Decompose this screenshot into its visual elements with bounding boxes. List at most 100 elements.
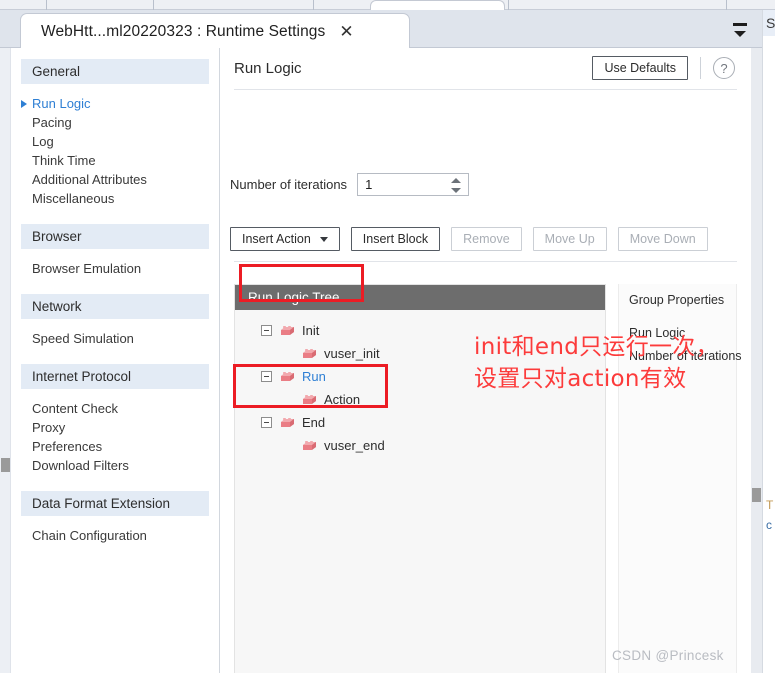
sidebar-item-content-check[interactable]: Content Check: [11, 399, 219, 418]
toolbar-divider: [726, 0, 727, 10]
stepper-arrows-icon[interactable]: [451, 177, 462, 194]
sidebar-item-additional-attributes[interactable]: Additional Attributes: [11, 170, 219, 189]
sidebar-item-label: Chain Configuration: [32, 528, 147, 543]
watermark: CSDN @Princesk: [612, 648, 724, 663]
close-icon[interactable]: ✕: [339, 23, 353, 40]
block-icon: [303, 349, 316, 358]
settings-sidebar: General Run Logic Pacing Log Think Time …: [11, 48, 220, 673]
overflow-bar: [733, 23, 747, 26]
tree-node-label: Action: [324, 392, 361, 407]
sidebar-item-proxy[interactable]: Proxy: [11, 418, 219, 437]
sidebar-item-browser-emulation[interactable]: Browser Emulation: [11, 259, 219, 278]
block-icon: [303, 441, 316, 450]
sidebar-item-chain-configuration[interactable]: Chain Configuration: [11, 526, 219, 545]
help-icon[interactable]: ?: [713, 57, 735, 79]
triangle-right-icon: [21, 99, 27, 108]
block-icon: [303, 395, 316, 404]
panel-header: Run Logic Use Defaults ?: [220, 48, 751, 88]
sidebar-item-label: Think Time: [32, 153, 96, 168]
collapse-icon[interactable]: [261, 371, 272, 382]
sidebar-item-run-logic[interactable]: Run Logic: [11, 94, 219, 113]
tree-action-toolbar: Insert Action Insert Block Remove Move U…: [230, 227, 708, 251]
iterations-label: Number of iterations: [230, 177, 348, 192]
sidebar-group-internet-protocol: Internet Protocol: [21, 364, 209, 389]
right-panel-line-2: c: [766, 518, 772, 532]
right-side-panel: S T c: [762, 10, 775, 673]
sidebar-item-label: Run Logic: [32, 96, 91, 111]
runtime-settings-window: WebHtt...ml20220323 : Runtime Settings ✕…: [0, 0, 775, 673]
tree-node-vuser-end[interactable]: vuser_end: [235, 434, 605, 457]
group-properties-title: Group Properties: [629, 293, 725, 307]
annotation-note-line1: init和end只运行一次，: [474, 334, 719, 360]
main-scrollbar[interactable]: [751, 48, 762, 673]
insert-action-button[interactable]: Insert Action: [230, 227, 340, 251]
block-icon: [281, 418, 294, 427]
sidebar-item-label: Log: [32, 134, 54, 149]
sidebar-item-label: Download Filters: [32, 458, 129, 473]
block-icon: [281, 326, 294, 335]
sidebar-item-preferences[interactable]: Preferences: [11, 437, 219, 456]
sidebar-group-data-format-extension: Data Format Extension: [21, 491, 209, 516]
tree-node-end[interactable]: End: [235, 411, 605, 434]
chevron-down-icon: [734, 31, 746, 37]
toolbar-rule: [234, 261, 737, 262]
iterations-value[interactable]: 1: [365, 177, 372, 192]
page-title: Run Logic: [234, 59, 302, 77]
sidebar-item-pacing[interactable]: Pacing: [11, 113, 219, 132]
move-up-button: Move Up: [532, 227, 607, 251]
toolbar-divider: [508, 0, 509, 10]
sidebar-item-label: Additional Attributes: [32, 172, 147, 187]
sidebar-item-log[interactable]: Log: [11, 132, 219, 151]
sidebar-item-speed-simulation[interactable]: Speed Simulation: [11, 329, 219, 348]
toolbar-divider: [153, 0, 154, 10]
header-rule: [234, 89, 737, 90]
chevron-up-icon[interactable]: [451, 178, 462, 183]
tab-overflow-icon[interactable]: [731, 20, 749, 38]
sidebar-group-browser: Browser: [21, 224, 209, 249]
sidebar-item-label: Pacing: [32, 115, 72, 130]
annotation-note-line2: 设置只对action有效: [474, 366, 687, 392]
top-toolbar-strip: [0, 0, 775, 11]
sidebar-item-label: Proxy: [32, 420, 66, 435]
main-scrollbar-thumb[interactable]: [752, 488, 761, 502]
sidebar-item-download-filters[interactable]: Download Filters: [11, 456, 219, 475]
sidebar-item-label: Preferences: [32, 439, 103, 454]
sidebar-item-label: Miscellaneous: [32, 191, 115, 206]
sidebar-group-general: General: [21, 59, 209, 84]
collapse-icon[interactable]: [261, 417, 272, 428]
tab-label: WebHtt...ml20220323 : Runtime Settings: [41, 22, 326, 40]
chevron-down-icon[interactable]: [451, 188, 462, 193]
header-divider: [700, 57, 701, 79]
toolbar-divider: [313, 0, 314, 10]
insert-block-button[interactable]: Insert Block: [350, 227, 441, 251]
right-panel-heading: S: [763, 10, 775, 36]
sidebar-item-label: Content Check: [32, 401, 118, 416]
tree-node-label: vuser_init: [324, 346, 380, 361]
tree-header: Run Logic Tree: [235, 285, 605, 310]
remove-button: Remove: [451, 227, 522, 251]
toolbar-divider: [46, 0, 47, 10]
move-down-button: Move Down: [617, 227, 708, 251]
chevron-down-icon: [319, 236, 328, 242]
tab-runtime-settings[interactable]: WebHtt...ml20220323 : Runtime Settings ✕: [20, 13, 410, 49]
collapse-icon[interactable]: [261, 325, 272, 336]
right-panel-line-1: T: [766, 498, 774, 512]
annotation-note: init和end只运行一次， 设置只对action有效: [474, 331, 719, 395]
tree-node-label: Init: [302, 323, 320, 338]
tab-bar: WebHtt...ml20220323 : Runtime Settings ✕: [0, 10, 775, 49]
tree-node-label: Run: [302, 369, 326, 384]
sidebar-item-miscellaneous[interactable]: Miscellaneous: [11, 189, 219, 208]
sidebar-item-think-time[interactable]: Think Time: [11, 151, 219, 170]
use-defaults-button[interactable]: Use Defaults: [592, 56, 688, 80]
iterations-row: Number of iterations 1: [230, 173, 470, 196]
sidebar-item-label: Speed Simulation: [32, 331, 134, 346]
block-icon: [281, 372, 294, 381]
tree-node-label: End: [302, 415, 326, 430]
window-scrollbar[interactable]: [0, 48, 11, 673]
window-scrollbar-thumb[interactable]: [1, 458, 10, 472]
iterations-stepper[interactable]: 1: [357, 173, 470, 196]
sidebar-group-network: Network: [21, 294, 209, 319]
sidebar-item-label: Browser Emulation: [32, 261, 142, 276]
insert-action-label: Insert Action: [242, 232, 311, 246]
tree-node-label: vuser_end: [324, 438, 385, 453]
